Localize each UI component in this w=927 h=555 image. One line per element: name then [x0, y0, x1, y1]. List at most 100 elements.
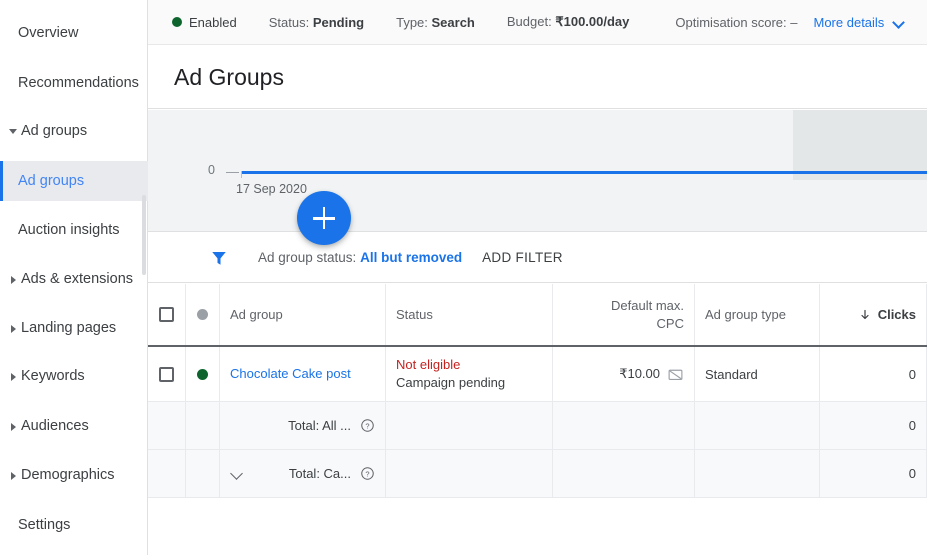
header-status[interactable]: Status: [386, 284, 553, 345]
chart-y-axis-tick-mark: [226, 172, 239, 173]
sidebar-item-audiences[interactable]: Audiences: [0, 406, 148, 446]
select-all-checkbox[interactable]: [159, 307, 174, 322]
row-checkbox-cell[interactable]: [148, 347, 186, 401]
row-default-max-cpc-cell[interactable]: ₹10.00: [553, 347, 695, 401]
select-all-checkbox-cell[interactable]: [148, 284, 186, 345]
campaign-status: Status: Pending: [269, 15, 364, 30]
total-cpc-cell: [553, 402, 695, 449]
sidebar-item-label: Settings: [18, 517, 71, 533]
sort-descending-arrow-icon: [859, 309, 871, 321]
row-clicks-cell: 0: [820, 347, 927, 401]
sidebar-item-recommendations[interactable]: Recommendations: [0, 63, 148, 103]
type-key: Type:: [396, 14, 428, 30]
sidebar-item-label: Demographics: [21, 467, 115, 483]
header-clicks[interactable]: Clicks: [820, 284, 927, 345]
svg-text:?: ?: [365, 469, 369, 478]
header-default-max-cpc[interactable]: Default max. CPC: [553, 284, 695, 345]
google-ads-ad-groups-page: Overview Recommendations Ad groups Ad group…: [0, 0, 927, 555]
budget-key: Budget:: [506, 14, 552, 29]
sidebar-item-landing-pages[interactable]: Landing pages: [0, 308, 148, 348]
filter-value-label: All but removed: [360, 250, 463, 265]
more-details-label: More details: [813, 14, 885, 30]
total-dot-spacer: [186, 402, 220, 449]
caret-down-icon[interactable]: [6, 124, 20, 138]
caret-right-icon[interactable]: [6, 468, 20, 482]
table-total-row: Total: All ...? 0: [148, 402, 927, 450]
row-status-dot-cell: [186, 347, 220, 401]
sidebar-item-ad-groups[interactable]: Ad groups: [0, 161, 148, 201]
status-key: Status:: [268, 14, 310, 30]
more-details-button[interactable]: More details: [814, 15, 906, 30]
sidebar-scrollbar[interactable]: [142, 195, 146, 275]
total-label-cell: Total: All ...?: [220, 402, 386, 449]
total-type-cell: [695, 402, 820, 449]
row-ad-group-cell: Chocolate Cake post: [220, 347, 386, 401]
help-icon[interactable]: ?: [360, 418, 375, 433]
campaign-status-bar: Enabled Status: Pending Type: Search Bud…: [148, 0, 927, 45]
total-status-cell: [386, 450, 553, 497]
sidebar-item-keywords[interactable]: Keywords: [0, 356, 148, 396]
ad-group-link[interactable]: Chocolate Cake post: [230, 365, 351, 383]
row-checkbox[interactable]: [159, 366, 174, 382]
page-title-bar: Ad Groups: [148, 46, 927, 109]
sidebar-item-label: Auction insights: [18, 222, 120, 238]
chart-y-axis-tick-label: 0: [208, 163, 215, 177]
sidebar-item-label: Ad groups: [21, 123, 88, 139]
sidebar-item-ads-extensions[interactable]: Ads & extensions: [0, 259, 148, 299]
sidebar-item-label: Landing pages: [21, 320, 117, 336]
header-ad-group[interactable]: Ad group: [220, 284, 386, 345]
caret-right-icon[interactable]: [6, 272, 20, 286]
sidebar-item-label: Keywords: [21, 368, 85, 384]
main-content: Enabled Status: Pending Type: Search Bud…: [148, 0, 927, 555]
sidebar-item-label: Recommendations: [18, 75, 139, 91]
row-status-cell: Not eligible Campaign pending: [386, 347, 553, 401]
add-filter-button[interactable]: ADD FILTER: [482, 250, 563, 265]
chart-x-axis-date-label: 17 Sep 2020: [236, 182, 307, 196]
filter-funnel-icon[interactable]: [210, 249, 228, 267]
sidebar-item-auction-insights[interactable]: Auction insights: [0, 210, 148, 250]
sidebar-item-ad-groups[interactable]: Ad groups: [0, 111, 148, 151]
chart-shaded-region: [793, 110, 927, 180]
sidebar-item-label: Ads & extensions: [21, 271, 134, 287]
total-label: Total: All ...: [288, 418, 351, 433]
ad-groups-table: Ad group Status Default max. CPC Ad grou…: [148, 284, 927, 498]
caret-right-icon[interactable]: [6, 369, 20, 383]
total-dot-spacer: [186, 450, 220, 497]
total-label: Total: Ca...: [288, 466, 351, 481]
enabled-label: Enabled: [189, 14, 237, 30]
bid-disabled-icon: [667, 366, 684, 383]
status-dot-header-icon: [197, 309, 208, 320]
enabled-status-dot: [172, 17, 182, 27]
add-ad-group-fab-button[interactable]: [297, 191, 351, 245]
header-default-max-cpc-line2: CPC: [656, 315, 684, 331]
sidebar-item-label: Ad groups: [18, 173, 85, 189]
sidebar-item-overview[interactable]: Overview: [0, 13, 148, 53]
table-row[interactable]: Chocolate Cake post Not eligible Campaign …: [148, 347, 927, 402]
header-ad-group-type[interactable]: Ad group type: [695, 284, 820, 345]
expand-chevron-down-icon[interactable]: [230, 467, 244, 481]
caret-right-icon[interactable]: [6, 321, 20, 335]
header-default-max-cpc-line1: Default max.: [611, 297, 684, 313]
sidebar-item-label: Audiences: [21, 418, 89, 434]
type-value: Search: [431, 14, 475, 30]
total-cpc-cell: [553, 450, 695, 497]
table-total-row: Total: Ca...? 0: [148, 450, 927, 498]
enabled-status-dot-icon: [197, 368, 208, 380]
total-clicks-cell: 0: [820, 450, 927, 497]
caret-right-icon[interactable]: [6, 419, 20, 433]
ad-group-status-filter-chip[interactable]: Ad group status: All but removed: [258, 250, 462, 265]
header-status-dot-cell: [186, 284, 220, 345]
chevron-down-icon: [894, 17, 905, 28]
chart-clicks-line: [242, 171, 927, 174]
sidebar-navigation: Overview Recommendations Ad groups Ad group…: [0, 0, 148, 555]
sidebar-item-settings[interactable]: Settings: [0, 505, 148, 545]
sidebar-item-demographics[interactable]: Demographics: [0, 455, 148, 495]
help-icon[interactable]: ?: [360, 466, 375, 481]
total-label-cell: Total: Ca...?: [220, 450, 386, 497]
total-type-cell: [695, 450, 820, 497]
optimisation-score: Optimisation score: –: [675, 14, 798, 30]
campaign-state: Enabled: [172, 15, 237, 30]
page-title: Ad Groups: [174, 63, 284, 90]
total-checkbox-spacer: [148, 402, 186, 449]
row-ad-group-type-cell: Standard: [695, 347, 820, 401]
